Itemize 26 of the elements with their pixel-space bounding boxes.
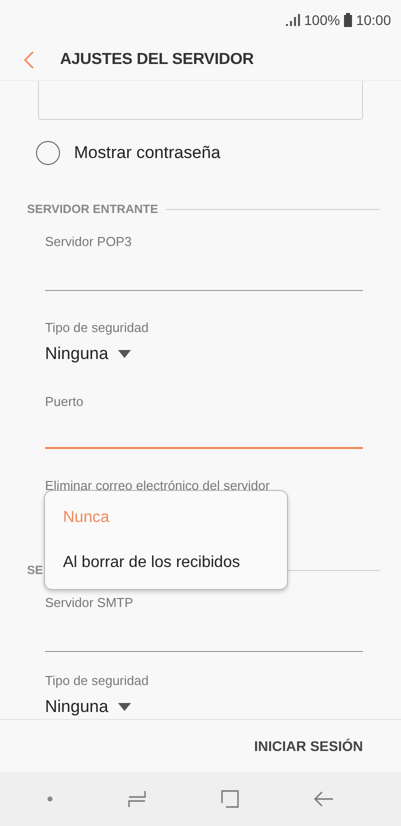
battery-percent: 100% xyxy=(304,12,340,28)
dropdown-icon xyxy=(118,703,132,711)
dropdown[interactable]: Ninguna xyxy=(45,343,401,365)
dropdown[interactable]: Ninguna xyxy=(45,696,401,718)
field-label: Servidor SMTP xyxy=(45,594,134,612)
section-title: SERVIDOR ENTRANTE xyxy=(27,202,158,216)
dot-icon[interactable] xyxy=(46,796,53,802)
dropdown-icon xyxy=(118,350,132,358)
clock-time: 10:00 xyxy=(356,12,391,28)
field-label: Tipo de seguridad xyxy=(45,672,150,690)
signal-icon xyxy=(286,14,300,26)
back-icon[interactable] xyxy=(24,51,34,69)
field-label: Servidor POP3 xyxy=(45,233,133,251)
field-label: Tipo de seguridad xyxy=(45,319,150,337)
section-title: SE xyxy=(27,563,44,577)
sign-in-button[interactable]: INICIAR SESIÓN xyxy=(254,734,363,758)
home-icon[interactable] xyxy=(220,789,240,809)
battery-icon xyxy=(344,13,352,27)
menu-option[interactable]: Al borrar de los recibidos xyxy=(45,554,287,572)
page-title: AJUSTES DEL SERVIDOR xyxy=(60,51,254,69)
radio-label: Mostrar contraseña xyxy=(74,143,220,163)
field-label: Puerto xyxy=(45,393,84,411)
recent-apps-icon[interactable] xyxy=(126,789,147,809)
back-arrow-icon[interactable] xyxy=(314,791,334,807)
radio-button[interactable] xyxy=(36,141,60,165)
field-label: Eliminar correo electrónico del servidor xyxy=(45,477,271,495)
